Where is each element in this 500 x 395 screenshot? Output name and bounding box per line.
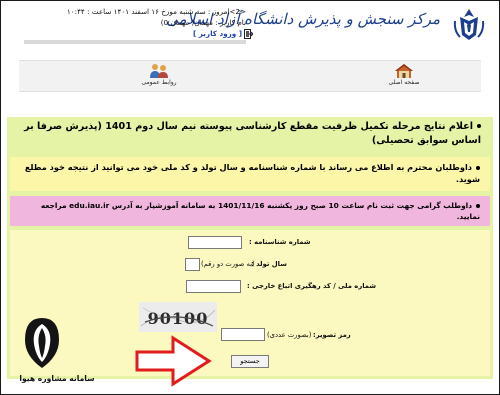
birth-year-label: سال تولد : bbox=[251, 260, 287, 268]
login-row: [ ورود کاربر ] bbox=[24, 29, 253, 40]
search-button[interactable]: جستجو bbox=[231, 355, 269, 368]
watermark-logo-icon bbox=[25, 318, 59, 368]
national-code-label: شماره ملی / کد رهگیری اتباع خارجی : bbox=[247, 282, 377, 290]
birth-year-hint: (به صورت دو رقم) bbox=[201, 260, 255, 268]
captcha-label: رمز تصویر: bbox=[313, 331, 351, 339]
notice-registration-text: داوطلب گرامی جهت ثبت نام ساعت 10 صبح روز… bbox=[40, 201, 480, 221]
id-number-input[interactable] bbox=[188, 236, 242, 249]
announcement-text: اعلام نتایج مرحله تکمیل ظرفیت مقطع کارشن… bbox=[24, 121, 481, 146]
birth-year-input[interactable] bbox=[185, 258, 200, 271]
id-number-label: شماره شناسنامه : bbox=[249, 238, 311, 246]
nav-item-public-relations[interactable]: روابط عمومی bbox=[129, 63, 189, 91]
results-announcement: اعلام نتایج مرحله تکمیل ظرفیت مقطع کارشن… bbox=[11, 120, 489, 154]
bullet-icon bbox=[476, 204, 480, 208]
notice-info-text: داوطلبان محترم به اطلاع می رساند با شمار… bbox=[24, 162, 480, 184]
red-arrow-icon bbox=[135, 335, 212, 387]
university-logo-icon bbox=[453, 9, 485, 40]
page-frame: مرکز سنجش و پذیرش دانشگاه آزاد اسلامی <2… bbox=[0, 0, 500, 395]
site-header: مرکز سنجش و پذیرش دانشگاه آزاد اسلامی <2… bbox=[2, 2, 498, 60]
nav-relations-label: روابط عمومی bbox=[141, 79, 177, 86]
captcha-hint: (بصورت عددی) bbox=[267, 331, 312, 339]
login-strip bbox=[24, 40, 246, 44]
login-link[interactable]: [ ورود کاربر ] bbox=[193, 29, 242, 38]
captcha-input[interactable] bbox=[221, 328, 265, 341]
nav-bar: صفحه اصلی روابط عمومی bbox=[19, 60, 481, 92]
nav-home-label: صفحه اصلی bbox=[388, 79, 420, 86]
nav-item-home[interactable]: صفحه اصلی bbox=[374, 63, 434, 91]
date-time-text: <2>امروز : سه شنبه مورخ ۱۶ اسفند ۱۴۰۱ سا… bbox=[66, 7, 246, 16]
notice-registration: داوطلب گرامی جهت ثبت نام ساعت 10 صبح روز… bbox=[10, 196, 490, 226]
notice-info: داوطلبان محترم به اطلاع می رساند با شمار… bbox=[10, 157, 490, 191]
home-icon bbox=[395, 64, 413, 78]
watermark-brand-text: سامانه مشاوره هیوا bbox=[19, 374, 95, 383]
people-icon bbox=[150, 64, 168, 78]
bullet-icon bbox=[477, 124, 481, 128]
login-door-icon[interactable] bbox=[244, 29, 253, 39]
user-name-text: نام کاربر : مهمان( مهمان 0) bbox=[160, 18, 246, 27]
captcha-image: 90100 bbox=[139, 302, 217, 332]
bullet-icon bbox=[476, 165, 480, 170]
national-code-input[interactable] bbox=[186, 280, 241, 293]
